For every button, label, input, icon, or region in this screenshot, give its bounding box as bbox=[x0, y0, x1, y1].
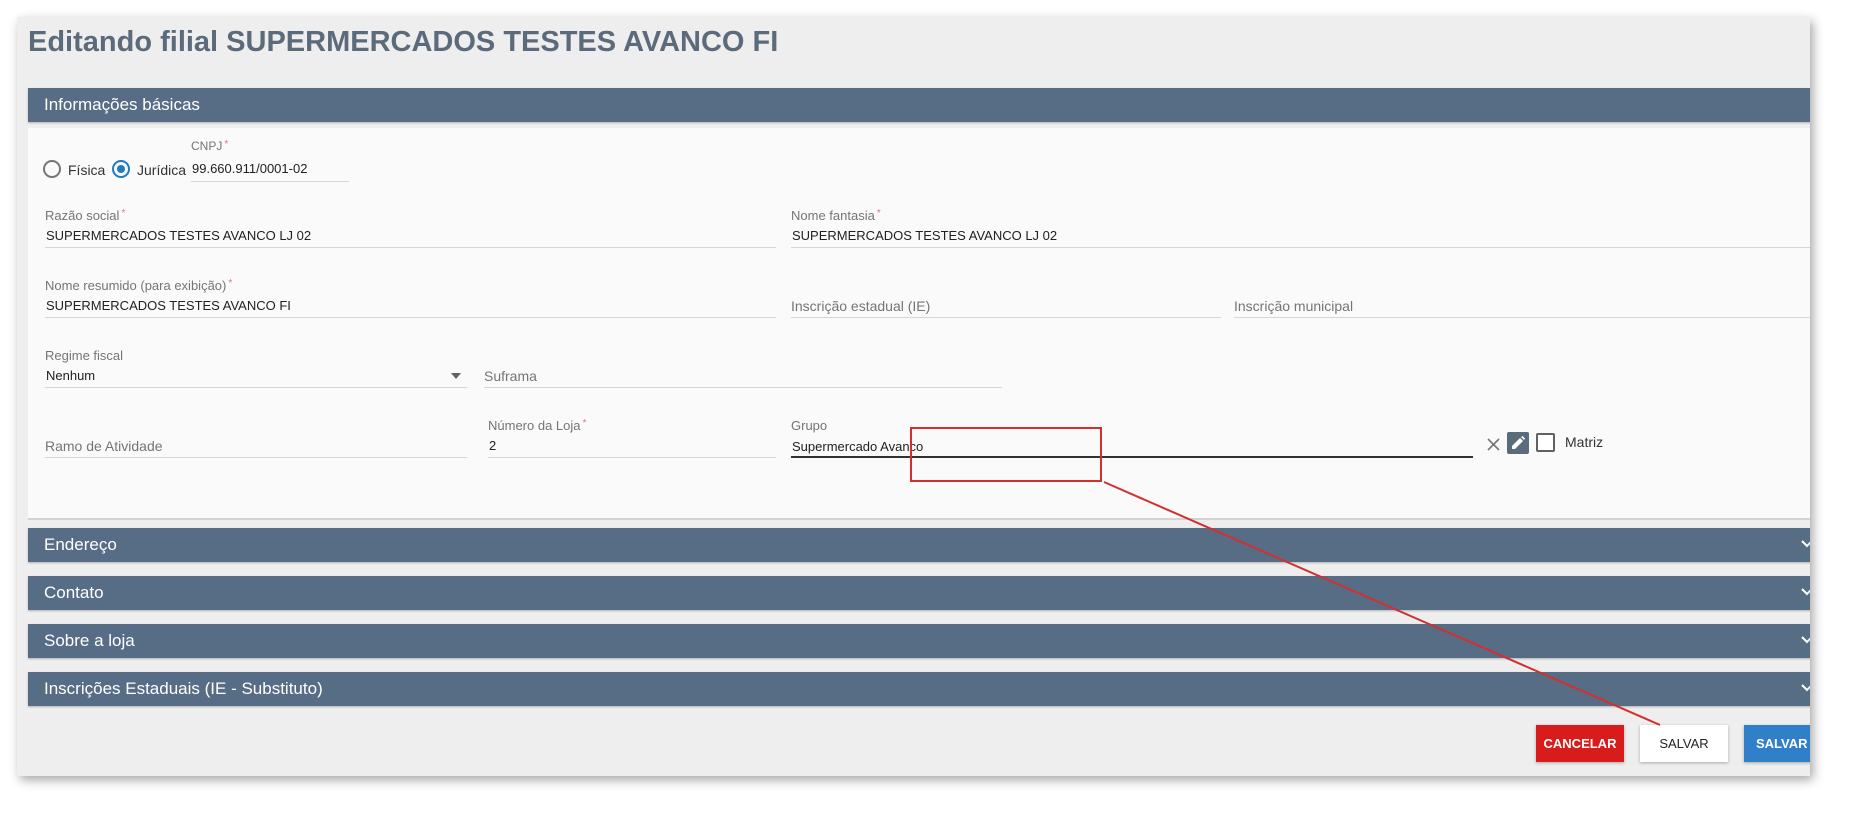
annotation-arrow bbox=[1103, 481, 1661, 726]
